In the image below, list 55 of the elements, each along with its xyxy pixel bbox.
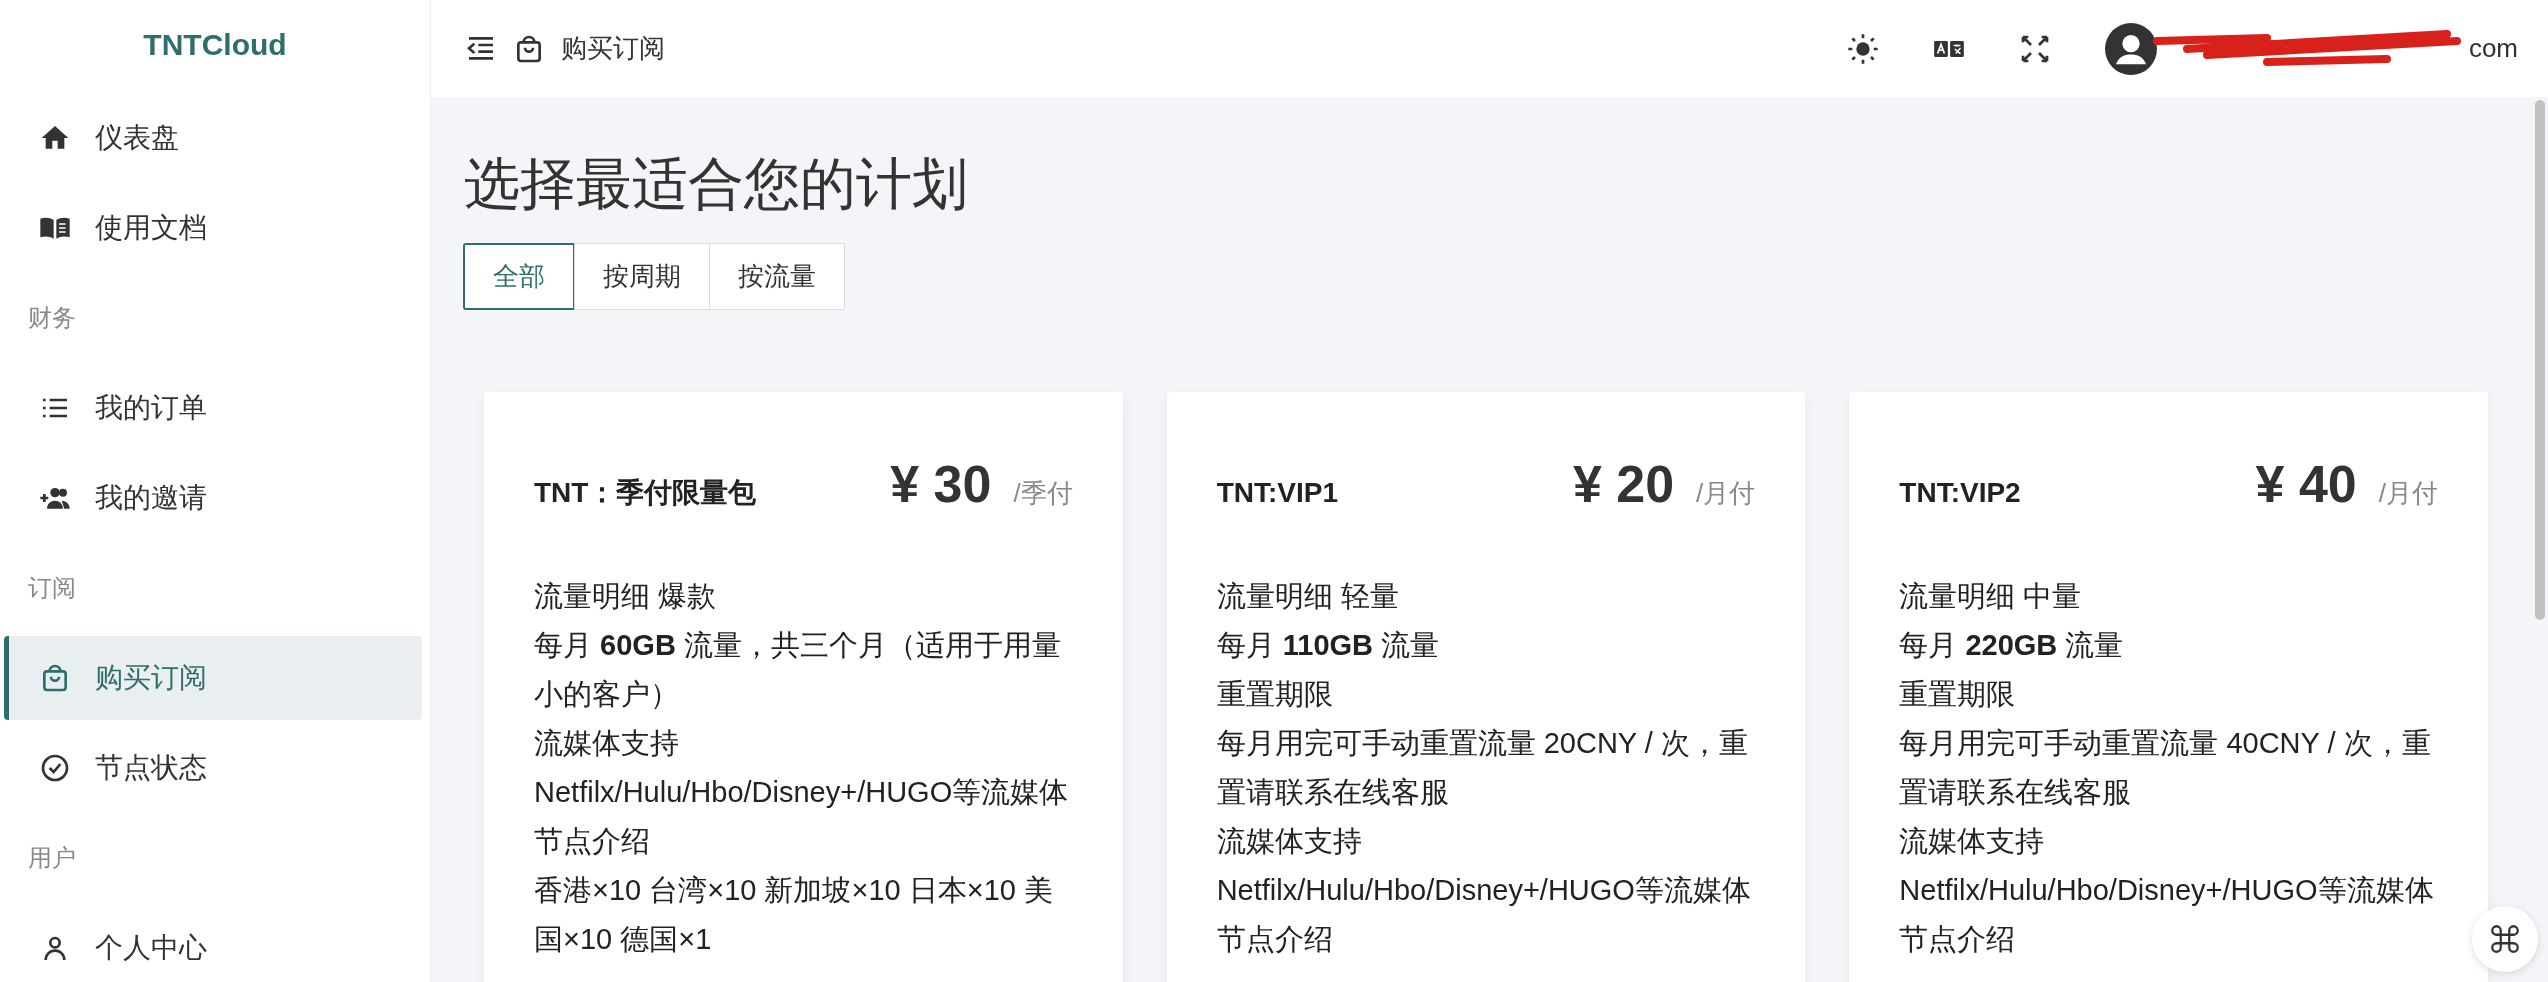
plan-name: TNT:VIP1 <box>1216 477 1339 509</box>
plan-price: ¥ 30 <box>890 454 992 514</box>
filter-tab[interactable]: 按流量 <box>709 243 845 310</box>
plan-detail-text: 每月用完可手动重置流量 20CNY / 次，重置请联系在线客服 <box>1216 726 1749 810</box>
plan-detail-text: 香港×10 台湾×10 新加坡×10 日本×10 美国×10 德国×1 <box>534 873 1054 957</box>
avatar-icon[interactable] <box>2104 22 2157 75</box>
plan-price: ¥ 40 <box>2255 454 2357 514</box>
plan-detail-text: 每月用完可手动重置流量 40CNY / 次，重置请联系在线客服 <box>1899 726 2432 810</box>
plan-detail-text: 每月 60GB 流量，共三个月（适用于用量小的客户） <box>534 628 1062 712</box>
plan-detail-text: Netfilx/Hulu/Hbo/Disney+/HUGO等流媒体 <box>1899 873 2435 908</box>
sidebar-section-label: 用户 <box>27 843 77 873</box>
plan-period: /月付 <box>1696 477 1756 510</box>
sidebar-item[interactable]: 仪表盘 <box>4 96 422 180</box>
command-button[interactable] <box>2472 906 2538 972</box>
plan-name: TNT：季付限量包 <box>534 476 758 510</box>
sidebar-item[interactable]: 我的订单 <box>4 366 422 450</box>
filter-tab[interactable]: 全部 <box>463 243 575 310</box>
page-title: 选择最适合您的计划 <box>464 151 969 217</box>
sidebar-section-label: 财务 <box>27 303 77 333</box>
plan-name: TNT:VIP2 <box>1899 477 2022 509</box>
plan-price: ¥ 20 <box>1572 454 1675 514</box>
plan-detail-text: 流媒体支持 <box>1899 824 2046 859</box>
sidebar-item[interactable]: 使用文档 <box>4 186 422 270</box>
plan-period: /月付 <box>2378 477 2438 510</box>
sun-icon[interactable] <box>1846 32 1879 65</box>
sidebar-item[interactable]: 我的邀请 <box>4 456 422 540</box>
plan-detail-text: 节点介绍 <box>534 824 651 859</box>
plan-card[interactable]: TNT:VIP2 ¥ 40 /月付 流量明细 中量 每月 220GB 流量 重置期限 每月用完可手动重置流量 40CNY / 次，重置请联系在线客服 流媒体支持 Netfilx/Hulu/Hbo/Disney+/HUGO等流媒体 节点介绍 <box>1849 392 2488 982</box>
brand-logo-text[interactable]: TNTCloud <box>0 0 430 90</box>
plan-detail-text: Netfilx/Hulu/Hbo/Disney+/HUGO等流媒体 <box>1216 873 1752 908</box>
sidebar-item[interactable]: 个人中心 <box>4 906 422 982</box>
plan-detail-text: Netfilx/Hulu/Hbo/Disney+/HUGO等流媒体 <box>534 775 1070 810</box>
plan-detail-text: 流量明细 爆款 <box>534 579 718 614</box>
breadcrumb-text: 购买订阅 <box>561 32 665 65</box>
plan-period: /季付 <box>1013 477 1073 510</box>
sidebar-section-label: 订阅 <box>27 573 77 603</box>
plan-card[interactable]: TNT：季付限量包 ¥ 30 /季付 流量明细 爆款 每月 60GB 流量，共三个月（适用于用量小的客户） 流媒体支持 Netfilx/Hulu/Hbo/Disney+/HUGO等流媒体 节点介绍 香港×10 台湾×10 新加坡×10 日本×10 美国×10 德国×1 <box>484 392 1123 982</box>
plan-card[interactable]: TNT:VIP1 ¥ 20 /月付 流量明细 轻量 每月 110GB 流量 重置期限 每月用完可手动重置流量 20CNY / 次，重置请联系在线客服 流媒体支持 Netfilx/Hulu/Hbo/Disney+/HUGO等流媒体 节点介绍 <box>1166 392 1806 982</box>
plan-detail-text: 流量明细 中量 <box>1899 579 2083 614</box>
plan-detail-text: 节点介绍 <box>1899 922 2017 957</box>
command-icon <box>2488 922 2522 956</box>
plan-detail-text: 流量明细 轻量 <box>1216 579 1400 614</box>
plan-detail-text: 每月 220GB 流量 <box>1899 628 2125 663</box>
scrollbar-thumb[interactable] <box>2535 100 2545 620</box>
filter-tab[interactable]: 按周期 <box>574 243 710 310</box>
plan-detail-text: 节点介绍 <box>1216 922 1334 957</box>
sidebar-item[interactable]: 节点状态 <box>4 726 422 810</box>
sidebar-item[interactable]: 购买订阅 <box>4 636 422 720</box>
user-email[interactable]: com <box>2468 33 2518 64</box>
plan-detail-text: 流媒体支持 <box>534 726 680 761</box>
plan-detail-text: 流媒体支持 <box>1216 824 1363 859</box>
check-circle-icon <box>39 752 71 784</box>
plan-detail-text: 重置期限 <box>1899 677 2017 712</box>
plan-detail-text: 每月 110GB 流量 <box>1216 628 1441 663</box>
plan-detail-text: 重置期限 <box>1216 677 1334 712</box>
